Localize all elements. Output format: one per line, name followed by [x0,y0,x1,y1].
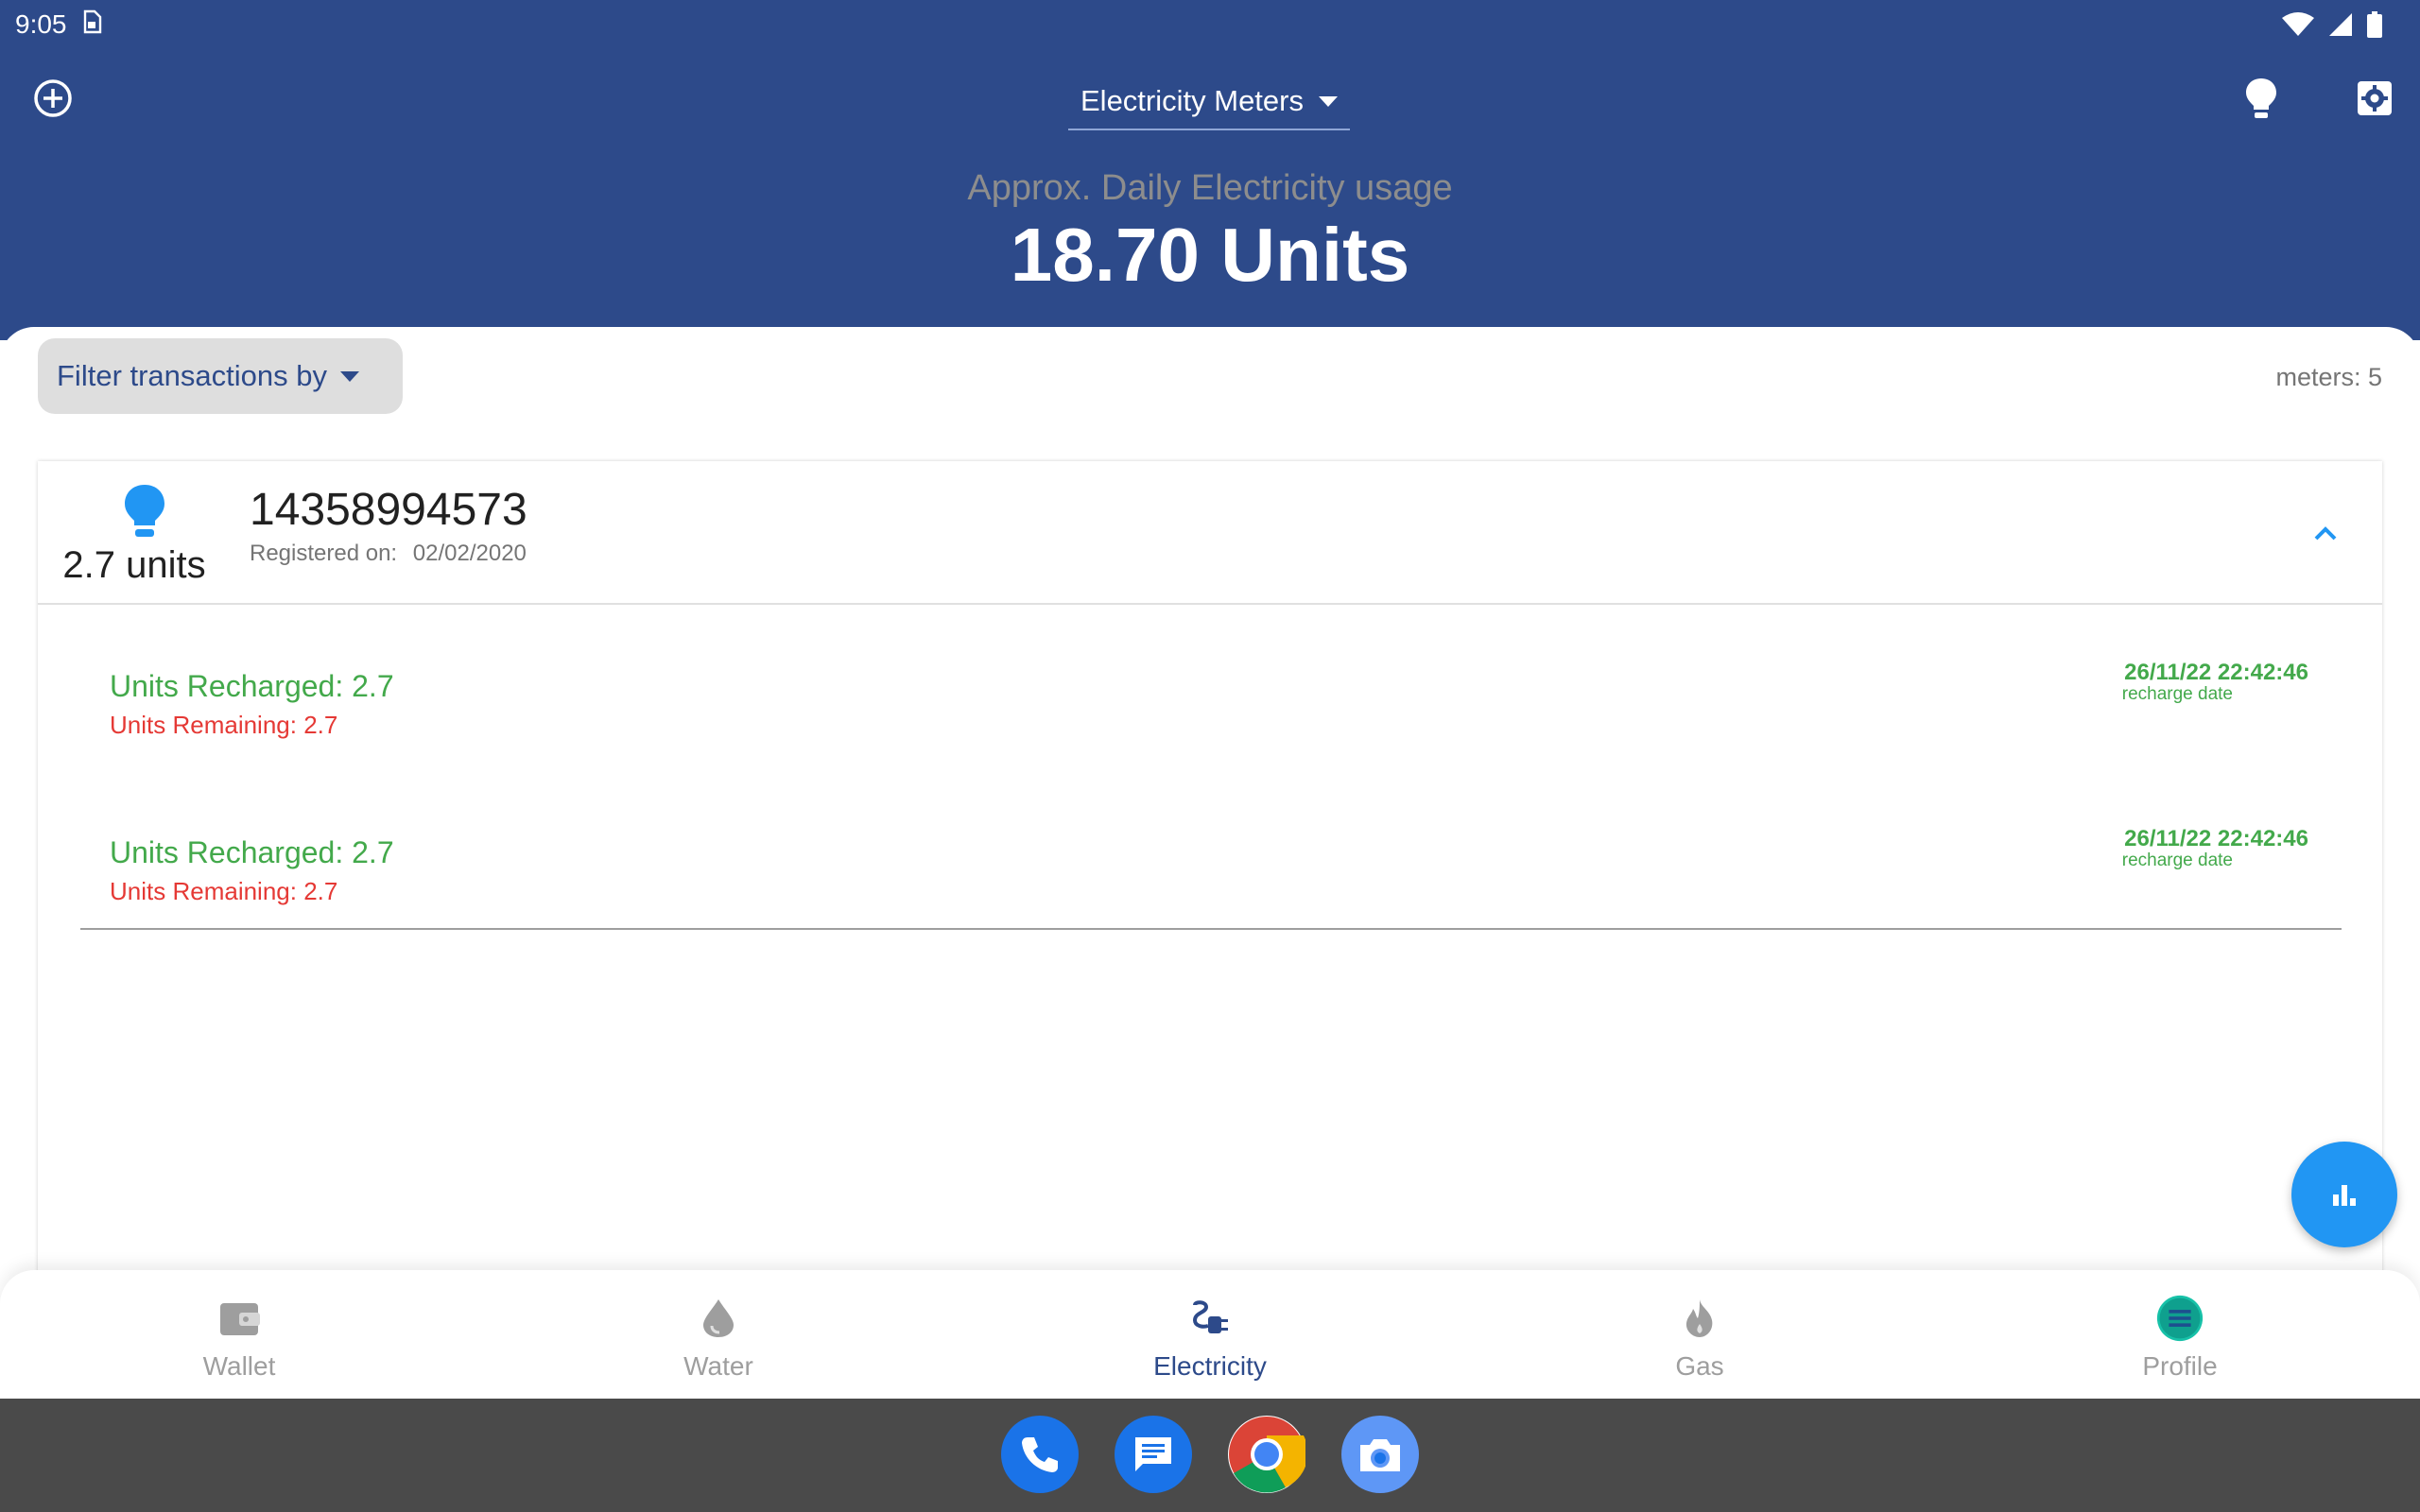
status-time: 9:05 [15,9,67,39]
filter-transactions-dropdown[interactable]: Filter transactions by [38,338,403,414]
transaction-item: Units Recharged: 2.7 Units Remaining: 2.… [38,660,2382,830]
nav-electricity[interactable]: Electricity [1106,1270,1314,1399]
bottom-nav: Wallet Water Electricity Gas Profile [0,1270,2420,1399]
registered-row: Registered on: 02/02/2020 [250,541,527,567]
battery-icon [2367,11,2382,38]
lightbulb-icon [125,485,164,537]
meter-card: 2.7 units 14358994573 Registered on: 02/… [38,461,2382,1406]
wallet-icon [216,1295,263,1342]
settings-icon [2358,81,2392,115]
meter-card-header[interactable]: 2.7 units 14358994573 Registered on: 02/… [38,461,2382,605]
nav-profile-label: Profile [2142,1351,2218,1381]
recharge-date-label: recharge date [2121,684,2233,704]
nav-gas-label: Gas [1675,1351,1724,1381]
daily-usage-value: 18.70 Units [1010,213,1410,297]
nav-electricity-label: Electricity [1153,1351,1267,1381]
lightbulb-icon [2246,78,2276,118]
status-icons [2282,11,2382,38]
camera-icon [1360,1439,1400,1471]
electricity-plug-icon [1186,1295,1234,1342]
nav-gas[interactable]: Gas [1596,1270,1804,1399]
caret-down-icon [340,370,359,382]
meter-units: 2.7 units [62,544,206,586]
app-header: 9:05 Electricity Meters Approx. Daily El… [0,0,2420,340]
tips-button[interactable] [2233,70,2290,127]
system-dock [0,1399,2420,1512]
add-circle-icon [34,79,72,117]
nav-wallet-label: Wallet [202,1351,276,1381]
main-sheet: Filter transactions by meters: 5 2.7 uni… [0,327,2420,1406]
bar-chart-icon [2333,1185,2356,1206]
settings-button[interactable] [2346,70,2403,127]
registered-date: 02/02/2020 [412,541,527,566]
units-recharged: Units Recharged: 2.7 [110,669,394,703]
chrome-icon [1229,1417,1305,1493]
chevron-up-icon[interactable] [2307,514,2344,552]
caret-down-icon [1318,95,1338,107]
nav-wallet[interactable]: Wallet [135,1270,343,1399]
status-bar: 9:05 [0,0,2420,47]
nav-profile[interactable]: Profile [2076,1270,2284,1399]
phone-icon [1022,1437,1058,1472]
signal-icon [2329,13,2352,36]
sim-card-icon [83,9,102,34]
add-meter-button[interactable] [25,70,81,127]
messages-icon [1135,1437,1171,1471]
nav-water-label: Water [683,1351,753,1381]
stats-fab[interactable] [2291,1142,2397,1247]
registered-label: Registered on: [250,541,398,566]
chrome-app[interactable] [1228,1416,1305,1493]
messages-app[interactable] [1115,1416,1192,1493]
meter-type-dropdown[interactable]: Electricity Meters [1068,74,1350,130]
water-drop-icon [695,1295,742,1342]
recharge-date-label: recharge date [2121,850,2233,870]
meters-count: meters: 5 [2275,363,2382,391]
filter-label: Filter transactions by [57,359,327,392]
phone-app[interactable] [1001,1416,1079,1493]
meter-number: 14358994573 [250,485,527,535]
nav-water[interactable]: Water [614,1270,822,1399]
daily-usage-label: Approx. Daily Electricity usage [967,168,1453,208]
recharge-date: 26/11/22 22:42:46 [2124,826,2308,851]
units-remaining: Units Remaining: 2.7 [110,877,338,905]
units-recharged: Units Recharged: 2.7 [110,835,394,869]
camera-app[interactable] [1341,1416,1419,1493]
meter-type-label: Electricity Meters [1080,84,1304,117]
profile-menu-icon [2156,1295,2204,1342]
transaction-item: Units Recharged: 2.7 Units Remaining: 2.… [38,826,2382,996]
recharge-date: 26/11/22 22:42:46 [2124,660,2308,685]
flame-icon [1676,1295,1723,1342]
units-remaining: Units Remaining: 2.7 [110,711,338,739]
wifi-icon [2282,12,2314,36]
